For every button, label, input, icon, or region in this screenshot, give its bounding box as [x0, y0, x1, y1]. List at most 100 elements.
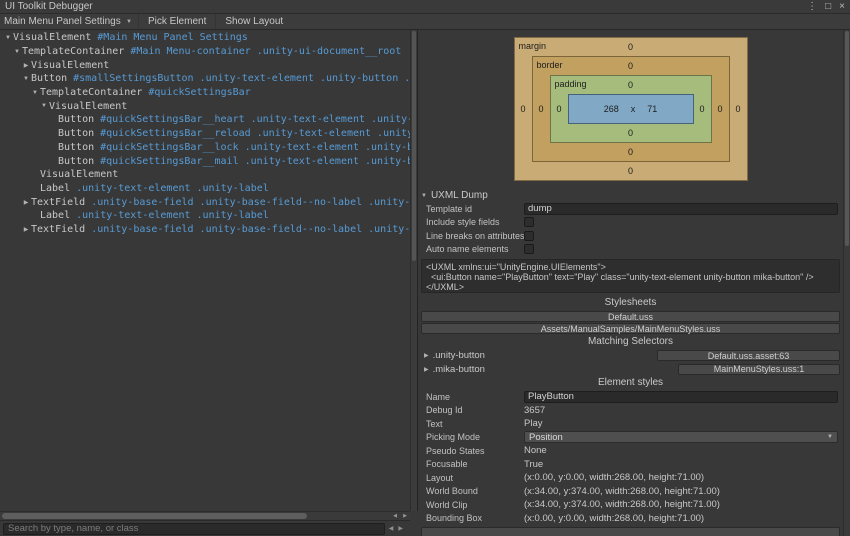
line-breaks-checkbox[interactable]	[524, 230, 534, 241]
maximize-icon[interactable]: □	[825, 1, 831, 13]
scroll-right-icon[interactable]: ▶	[400, 512, 410, 520]
expand-arrow-icon[interactable]: ▶	[21, 62, 31, 69]
text-label: Text	[426, 418, 443, 429]
world-bound-label: World Bound	[426, 486, 478, 497]
content-height: 71	[647, 104, 658, 114]
border-bottom-value: 0	[627, 147, 633, 157]
scrollbar-thumb[interactable]	[412, 31, 416, 261]
next-section-bar[interactable]	[421, 527, 840, 536]
tree-row[interactable]: ▼ TemplateContainer #quickSettingsBar	[0, 86, 410, 100]
uxml-dump-foldout[interactable]: ▼ UXML Dump	[418, 189, 843, 202]
world-clip-label: World Clip	[426, 499, 468, 510]
window-controls: ⋮ □ ×	[807, 1, 845, 13]
element-name: #quickSettingsBar__reload	[100, 128, 251, 140]
bounding-box-value: (x:0.00, y:0.00, width:268.00, height:71…	[524, 512, 705, 524]
name-label: Name	[426, 391, 451, 402]
close-icon[interactable]: ×	[839, 1, 845, 13]
element-type: Button	[58, 114, 95, 126]
tree-row[interactable]: ▼ VisualElement	[0, 99, 410, 113]
scroll-left-icon[interactable]: ◀	[390, 512, 400, 520]
selector-foldout[interactable]: ▶ .unity-button	[424, 350, 485, 361]
line-breaks-label: Line breaks on attributes	[426, 230, 524, 241]
margin-label: margin	[518, 41, 547, 51]
auto-name-elements-label: Auto name elements	[426, 244, 509, 255]
box-model: margin 0 0 border 0 0 padding 0 0 268 x …	[513, 37, 748, 181]
element-type: Button	[58, 128, 95, 140]
uxml-code-block: <UXML xmlns:ui="UnityEngine.UIElements">…	[421, 259, 840, 293]
picking-mode-label: Picking Mode	[426, 432, 481, 443]
tree-row[interactable]: ▶ TextField .unity-base-field .unity-bas…	[0, 195, 410, 209]
border-label: border	[536, 60, 563, 70]
show-layout-button[interactable]: Show Layout	[215, 14, 292, 29]
expand-arrow-icon[interactable]: ▶	[21, 199, 31, 206]
selector-row: ▶ .mika-button MainMenuStyles.uss:1	[418, 363, 843, 377]
selector-source-button[interactable]: Default.uss.asset:63	[657, 350, 840, 362]
tree-row[interactable]: Label .unity-text-element .unity-label	[0, 209, 410, 223]
element-classes: .unity-ui-document__root	[256, 46, 402, 58]
scrollbar-track[interactable]	[0, 512, 390, 520]
element-type: TemplateContainer	[22, 46, 125, 58]
panel-selector-label: Main Menu Panel Settings	[4, 16, 121, 27]
panel-selector-dropdown[interactable]: Main Menu Panel Settings ▼	[0, 14, 138, 29]
chevron-down-icon: ▼	[126, 18, 132, 25]
element-classes: .unity-text-element .unity-button	[250, 114, 410, 126]
tree-row[interactable]: Label .unity-text-element .unity-label	[0, 182, 410, 196]
tree-row[interactable]: Button #quickSettingsBar__mail .unity-te…	[0, 154, 410, 168]
tree-row[interactable]: ▼ VisualElement #Main Menu Panel Setting…	[0, 31, 410, 45]
tree-row[interactable]: Button #quickSettingsBar__lock .unity-te…	[0, 141, 410, 155]
padding-left-value: 0	[556, 104, 562, 114]
pseudo-states-value: None	[524, 445, 547, 457]
layout-label: Layout	[426, 472, 454, 483]
scrollbar-thumb[interactable]	[2, 513, 307, 519]
scrollbar-thumb[interactable]	[845, 31, 849, 246]
details-vertical-scrollbar[interactable]	[843, 30, 850, 536]
box-model-border: border 0 0 padding 0 0 268 x 71 0 0 0 0	[531, 56, 730, 162]
tree-row[interactable]: ▼ Button #smallSettingsButton .unity-tex…	[0, 72, 410, 86]
expand-arrow-icon[interactable]: ▶	[21, 226, 31, 233]
tree-row[interactable]: ▶ VisualElement	[0, 58, 410, 72]
debugger-toolbar: Main Menu Panel Settings ▼ Pick Element …	[0, 14, 850, 30]
stylesheet-item[interactable]: Default.uss	[421, 311, 840, 322]
pick-element-button[interactable]: Pick Element	[138, 14, 215, 29]
expand-arrow-icon[interactable]: ▼	[3, 35, 13, 41]
element-name: #quickSettingsBar	[148, 87, 251, 99]
border-left-value: 0	[538, 104, 544, 114]
auto-name-elements-checkbox[interactable]	[524, 244, 534, 255]
tree-row[interactable]: VisualElement	[0, 168, 410, 182]
window-title: UI Toolkit Debugger	[5, 1, 93, 12]
box-model-padding: padding 0 0 268 x 71 0 0	[549, 75, 712, 143]
include-style-fields-checkbox[interactable]	[524, 217, 534, 228]
selector-source-button[interactable]: MainMenuStyles.uss:1	[678, 363, 840, 375]
template-id-input[interactable]	[524, 202, 838, 215]
element-type: TextField	[31, 223, 86, 235]
name-input[interactable]	[524, 390, 838, 403]
selector-row: ▶ .unity-button Default.uss.asset:63	[418, 349, 843, 363]
expand-arrow-icon[interactable]: ▼	[39, 103, 49, 109]
stylesheet-item[interactable]: Assets/ManualSamples/MainMenuStyles.uss	[421, 323, 840, 334]
selector-name: .mika-button	[432, 363, 485, 375]
element-type: Label	[40, 210, 71, 222]
hierarchy-panel: ▼ VisualElement #Main Menu Panel Setting…	[0, 30, 410, 511]
expand-arrow-icon[interactable]: ▼	[30, 90, 40, 96]
tree-row[interactable]: Button #quickSettingsBar__reload .unity-…	[0, 127, 410, 141]
pick-element-label: Pick Element	[148, 16, 207, 27]
expand-arrow-icon[interactable]: ▼	[21, 76, 31, 82]
selector-foldout[interactable]: ▶ .mika-button	[424, 364, 485, 375]
show-layout-label: Show Layout	[225, 16, 284, 27]
expand-arrow-icon[interactable]: ▼	[12, 49, 22, 55]
search-input[interactable]	[3, 522, 385, 535]
tree-row[interactable]: Button #quickSettingsBar__heart .unity-t…	[0, 113, 410, 127]
tree-row[interactable]: ▶ TextField .unity-base-field .unity-bas…	[0, 223, 410, 237]
picking-mode-dropdown[interactable]: Position ▼	[524, 431, 838, 444]
tree-vertical-scrollbar[interactable]	[410, 30, 418, 511]
element-classes: .unity-text-element .unity-button .quick…	[199, 73, 410, 85]
tree-search-bar: ◀ ▶	[0, 520, 410, 536]
search-prev-icon[interactable]: ◀	[389, 525, 394, 532]
tree-horizontal-scrollbar[interactable]: ◀ ▶	[0, 511, 410, 520]
tree-row[interactable]: ▼ TemplateContainer #Main Menu-container…	[0, 45, 410, 59]
search-next-icon[interactable]: ▶	[398, 525, 403, 532]
menu-icon[interactable]: ⋮	[807, 1, 817, 13]
stylesheets-header: Stylesheets	[604, 297, 657, 308]
search-result-nav: ◀ ▶	[385, 525, 407, 532]
world-bound-value: (x:34.00, y:374.00, width:268.00, height…	[524, 485, 720, 497]
